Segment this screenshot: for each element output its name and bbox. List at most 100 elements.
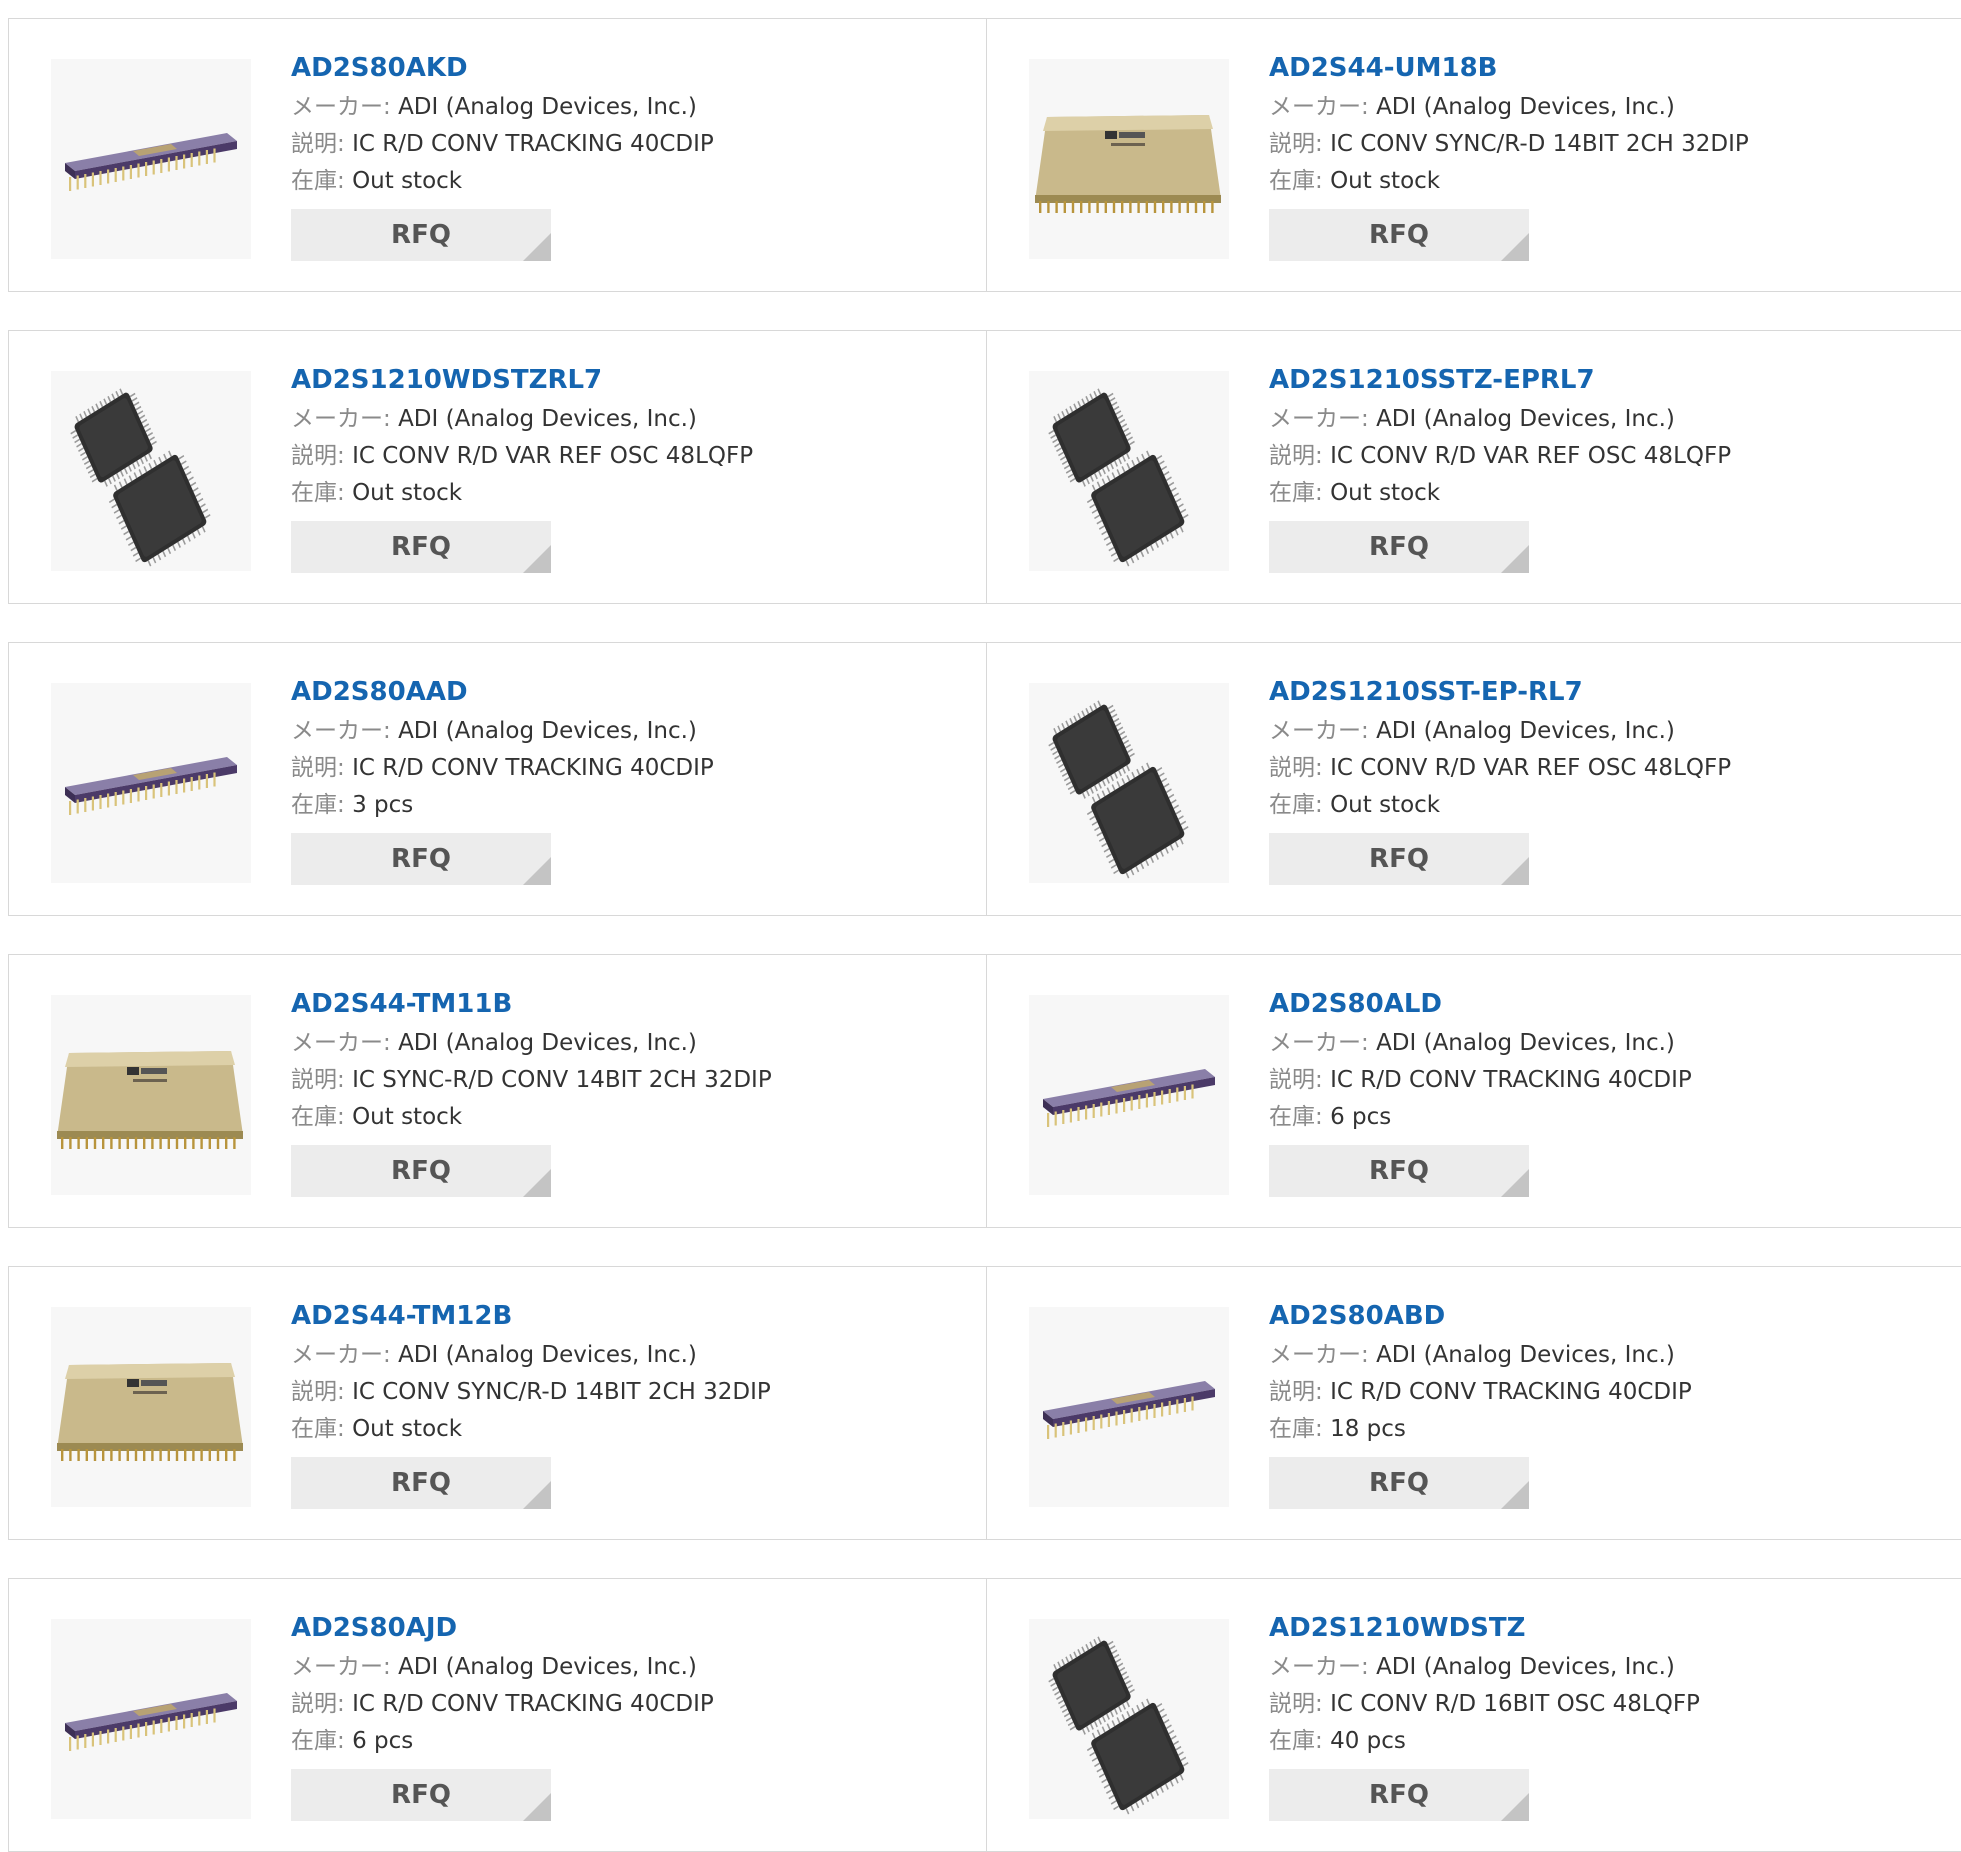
rfq-button[interactable]: RFQ [1269, 1457, 1529, 1509]
product-card: AD2S1210SSTZ-EPRL7 メーカー: ADI (Analog Dev… [987, 331, 1961, 603]
maker-value: ADI (Analog Devices, Inc.) [398, 1030, 697, 1056]
description-line: 説明: IC CONV SYNC/R-D 14BIT 2CH 32DIP [291, 1374, 976, 1411]
product-row: AD2S1210WDSTZRL7 メーカー: ADI (Analog Devic… [8, 330, 1961, 604]
dip-32-module-icon[interactable] [51, 1307, 251, 1507]
rfq-button[interactable]: RFQ [1269, 209, 1529, 261]
stock-line: 在庫: 6 pcs [1269, 1099, 1952, 1136]
rfq-button[interactable]: RFQ [1269, 1769, 1529, 1821]
stock-value: Out stock [1330, 168, 1441, 194]
description-label: 説明: [291, 131, 345, 157]
description-line: 説明: IC CONV R/D 16BIT OSC 48LQFP [1269, 1686, 1952, 1723]
maker-line: メーカー: ADI (Analog Devices, Inc.) [291, 89, 976, 126]
description-line: 説明: IC R/D CONV TRACKING 40CDIP [291, 750, 976, 787]
maker-value: ADI (Analog Devices, Inc.) [398, 718, 697, 744]
maker-line: メーカー: ADI (Analog Devices, Inc.) [1269, 89, 1952, 126]
rfq-button[interactable]: RFQ [291, 209, 551, 261]
lqfp-48-chip-icon[interactable] [1029, 1619, 1229, 1819]
rfq-button[interactable]: RFQ [291, 1769, 551, 1821]
stock-label: 在庫: [291, 792, 345, 818]
lqfp-48-chip-icon[interactable] [1029, 371, 1229, 571]
chip-image [1029, 59, 1229, 259]
product-info: AD2S80AJD メーカー: ADI (Analog Devices, Inc… [291, 1607, 976, 1821]
stock-value: 18 pcs [1330, 1416, 1406, 1442]
product-info: AD2S44-TM12B メーカー: ADI (Analog Devices, … [291, 1295, 976, 1509]
maker-label: メーカー: [291, 1030, 391, 1056]
cdip-40-chip-icon[interactable] [51, 1619, 251, 1819]
corner-triangle-icon [1501, 233, 1529, 261]
part-number-link[interactable]: AD2S44-UM18B [1269, 47, 1952, 89]
maker-line: メーカー: ADI (Analog Devices, Inc.) [1269, 401, 1952, 438]
dip-32-module-icon[interactable] [1029, 59, 1229, 259]
product-info: AD2S80ALD メーカー: ADI (Analog Devices, Inc… [1269, 983, 1952, 1197]
description-label: 説明: [1269, 1067, 1323, 1093]
description-label: 説明: [291, 443, 345, 469]
maker-line: メーカー: ADI (Analog Devices, Inc.) [291, 1025, 976, 1062]
part-number-link[interactable]: AD2S1210WDSTZ [1269, 1607, 1952, 1649]
rfq-button-label: RFQ [391, 844, 451, 874]
cdip-40-chip-icon[interactable] [1029, 995, 1229, 1195]
rfq-button[interactable]: RFQ [291, 1457, 551, 1509]
dip-32-module-icon[interactable] [51, 995, 251, 1195]
stock-label: 在庫: [1269, 1104, 1323, 1130]
description-line: 説明: IC R/D CONV TRACKING 40CDIP [1269, 1374, 1952, 1411]
product-card: AD2S80AJD メーカー: ADI (Analog Devices, Inc… [9, 1579, 987, 1851]
rfq-button[interactable]: RFQ [291, 521, 551, 573]
part-number-link[interactable]: AD2S44-TM11B [291, 983, 976, 1025]
part-number-link[interactable]: AD2S80AAD [291, 671, 976, 713]
maker-value: ADI (Analog Devices, Inc.) [1376, 94, 1675, 120]
description-value: IC R/D CONV TRACKING 40CDIP [1330, 1067, 1692, 1093]
cdip-40-chip-icon[interactable] [1029, 1307, 1229, 1507]
stock-value: Out stock [352, 1104, 463, 1130]
description-value: IC CONV R/D VAR REF OSC 48LQFP [352, 443, 754, 469]
rfq-button[interactable]: RFQ [1269, 833, 1529, 885]
maker-value: ADI (Analog Devices, Inc.) [1376, 1654, 1675, 1680]
lqfp-48-chip-icon[interactable] [51, 371, 251, 571]
stock-line: 在庫: 40 pcs [1269, 1723, 1952, 1760]
maker-line: メーカー: ADI (Analog Devices, Inc.) [291, 401, 976, 438]
part-number-link[interactable]: AD2S1210WDSTZRL7 [291, 359, 976, 401]
stock-value: 40 pcs [1330, 1728, 1406, 1754]
maker-value: ADI (Analog Devices, Inc.) [1376, 718, 1675, 744]
stock-label: 在庫: [291, 480, 345, 506]
part-number-link[interactable]: AD2S80AKD [291, 47, 976, 89]
product-info: AD2S1210WDSTZRL7 メーカー: ADI (Analog Devic… [291, 359, 976, 573]
rfq-button-label: RFQ [391, 1780, 451, 1810]
chip-image [51, 995, 251, 1195]
maker-label: メーカー: [1269, 1342, 1369, 1368]
chip-image [51, 59, 251, 259]
stock-value: Out stock [1330, 792, 1441, 818]
chip-image [51, 1619, 251, 1819]
corner-triangle-icon [523, 233, 551, 261]
description-value: IC SYNC-R/D CONV 14BIT 2CH 32DIP [352, 1067, 772, 1093]
part-number-link[interactable]: AD2S1210SSTZ-EPRL7 [1269, 359, 1952, 401]
rfq-button-label: RFQ [391, 1468, 451, 1498]
stock-label: 在庫: [291, 168, 345, 194]
corner-triangle-icon [1501, 1793, 1529, 1821]
rfq-button[interactable]: RFQ [291, 1145, 551, 1197]
part-number-link[interactable]: AD2S80ABD [1269, 1295, 1952, 1337]
stock-line: 在庫: Out stock [1269, 163, 1952, 200]
description-line: 説明: IC CONV SYNC/R-D 14BIT 2CH 32DIP [1269, 126, 1952, 163]
cdip-40-chip-icon[interactable] [51, 683, 251, 883]
maker-label: メーカー: [1269, 1654, 1369, 1680]
rfq-button[interactable]: RFQ [1269, 521, 1529, 573]
product-card: AD2S80ABD メーカー: ADI (Analog Devices, Inc… [987, 1267, 1961, 1539]
part-number-link[interactable]: AD2S80AJD [291, 1607, 976, 1649]
description-value: IC CONV SYNC/R-D 14BIT 2CH 32DIP [1330, 131, 1749, 157]
maker-label: メーカー: [1269, 94, 1369, 120]
rfq-button[interactable]: RFQ [291, 833, 551, 885]
part-number-link[interactable]: AD2S1210SST-EP-RL7 [1269, 671, 1952, 713]
part-number-link[interactable]: AD2S44-TM12B [291, 1295, 976, 1337]
stock-value: Out stock [352, 1416, 463, 1442]
cdip-40-chip-icon[interactable] [51, 59, 251, 259]
maker-value: ADI (Analog Devices, Inc.) [398, 406, 697, 432]
stock-line: 在庫: Out stock [291, 1411, 976, 1448]
maker-label: メーカー: [291, 1342, 391, 1368]
product-row: AD2S80AJD メーカー: ADI (Analog Devices, Inc… [8, 1578, 1961, 1852]
product-info: AD2S44-UM18B メーカー: ADI (Analog Devices, … [1269, 47, 1952, 261]
description-label: 説明: [1269, 1379, 1323, 1405]
maker-line: メーカー: ADI (Analog Devices, Inc.) [1269, 1025, 1952, 1062]
rfq-button[interactable]: RFQ [1269, 1145, 1529, 1197]
part-number-link[interactable]: AD2S80ALD [1269, 983, 1952, 1025]
lqfp-48-chip-icon[interactable] [1029, 683, 1229, 883]
